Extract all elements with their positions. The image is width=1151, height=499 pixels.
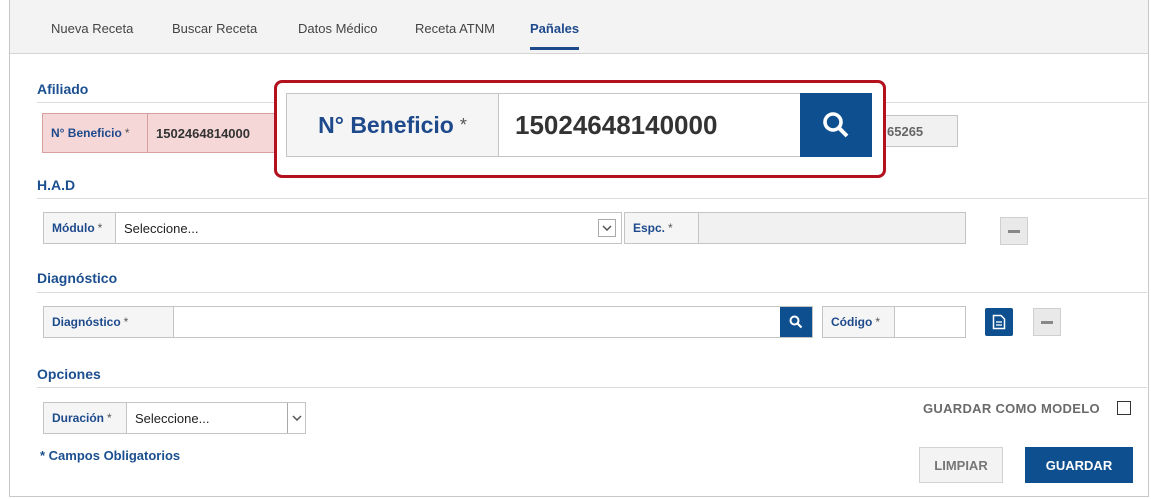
diagnostico-field[interactable]: Diagnóstico * <box>43 306 813 338</box>
minus-icon <box>1041 320 1053 324</box>
required-mark: * <box>668 221 673 235</box>
codigo-field[interactable]: Código * <box>822 306 966 338</box>
section-title-had: H.A.D <box>37 177 76 193</box>
duracion-label: Duración * <box>44 403 127 433</box>
required-mark: * <box>124 126 130 140</box>
diagnostico-label-text: Diagnóstico <box>52 315 121 329</box>
required-mark: * <box>123 315 129 329</box>
zoom-search-button <box>800 93 872 157</box>
beneficio-label-text: N° Beneficio <box>51 126 122 140</box>
tab-panales[interactable]: Pañales <box>530 21 580 50</box>
app-frame: Nueva Receta Buscar Receta Datos Médico … <box>9 0 1149 497</box>
tab-panales-label: Pañales <box>530 21 580 36</box>
section-divider-diagnostico <box>37 292 1147 293</box>
espc-label: Espc. * <box>625 213 699 243</box>
zoom-required-mark: * <box>459 114 467 135</box>
search-icon <box>789 315 803 329</box>
active-tab-indicator <box>530 47 580 50</box>
modulo-label: Módulo * <box>44 213 116 243</box>
required-fields-note: * Campos Obligatorios <box>40 448 181 463</box>
modulo-select[interactable]: Módulo * Seleccione... <box>43 212 622 244</box>
guardar-button[interactable]: GUARDAR <box>1025 447 1133 483</box>
diagnostico-label: Diagnóstico * <box>44 307 174 337</box>
diagnostico-remove-button[interactable] <box>1033 308 1061 336</box>
section-divider-opciones <box>37 387 1147 388</box>
zoom-beneficio-value: 15024648140000 <box>515 109 718 140</box>
search-icon <box>823 112 849 138</box>
chevron-down-icon[interactable] <box>287 403 305 433</box>
diagnostico-document-button[interactable] <box>985 308 1013 336</box>
codigo-label-text: Código <box>831 315 873 329</box>
required-mark: * <box>107 411 112 425</box>
chevron-down-icon[interactable] <box>598 219 616 237</box>
espc-label-text: Espc. <box>633 221 666 235</box>
zoom-callout: N° Beneficio * 15024648140000 <box>274 80 886 178</box>
section-divider-had <box>37 198 1147 199</box>
tab-receta-atnm[interactable]: Receta ATNM <box>415 21 495 36</box>
duracion-label-text: Duración <box>52 411 105 425</box>
beneficio-label: N° Beneficio * <box>43 114 148 152</box>
afiliado-readonly-value: 65265 <box>887 123 924 139</box>
codigo-label: Código * <box>823 307 895 337</box>
diagnostico-search-button[interactable] <box>780 307 812 337</box>
duracion-value: Seleccione... <box>135 410 210 426</box>
tab-datos-medico[interactable]: Datos Médico <box>298 21 377 36</box>
modulo-label-text: Módulo <box>52 221 95 235</box>
had-remove-button[interactable] <box>1000 217 1028 245</box>
section-title-diagnostico: Diagnóstico <box>37 270 118 286</box>
section-title-opciones: Opciones <box>37 366 101 382</box>
tab-nueva-receta[interactable]: Nueva Receta <box>51 21 133 36</box>
espc-value <box>699 213 965 243</box>
section-title-afiliado: Afiliado <box>37 81 89 97</box>
required-mark: * <box>97 221 103 235</box>
beneficio-field[interactable]: N° Beneficio * 1502464814000 <box>42 113 284 153</box>
guardar-modelo-checkbox[interactable] <box>1117 401 1131 415</box>
beneficio-value: 1502464814000 <box>156 125 250 141</box>
top-nav: Nueva Receta Buscar Receta Datos Médico … <box>10 0 1148 54</box>
zoom-beneficio-label: N° Beneficio * <box>287 94 499 156</box>
zoom-beneficio-field: N° Beneficio * 15024648140000 <box>286 93 872 157</box>
modulo-value: Seleccione... <box>124 220 199 236</box>
tab-buscar-receta[interactable]: Buscar Receta <box>172 21 257 36</box>
afiliado-readonly-field: 65265 <box>878 115 958 147</box>
required-mark: * <box>875 315 880 329</box>
zoom-beneficio-label-text: N° Beneficio <box>318 111 454 138</box>
espc-field[interactable]: Espc. * <box>624 212 966 244</box>
minus-icon <box>1008 229 1020 233</box>
document-icon <box>992 314 1006 330</box>
guardar-modelo-label: GUARDAR COMO MODELO <box>923 401 1100 416</box>
duracion-select[interactable]: Duración * Seleccione... <box>43 402 306 434</box>
limpiar-button[interactable]: LIMPIAR <box>919 447 1003 483</box>
